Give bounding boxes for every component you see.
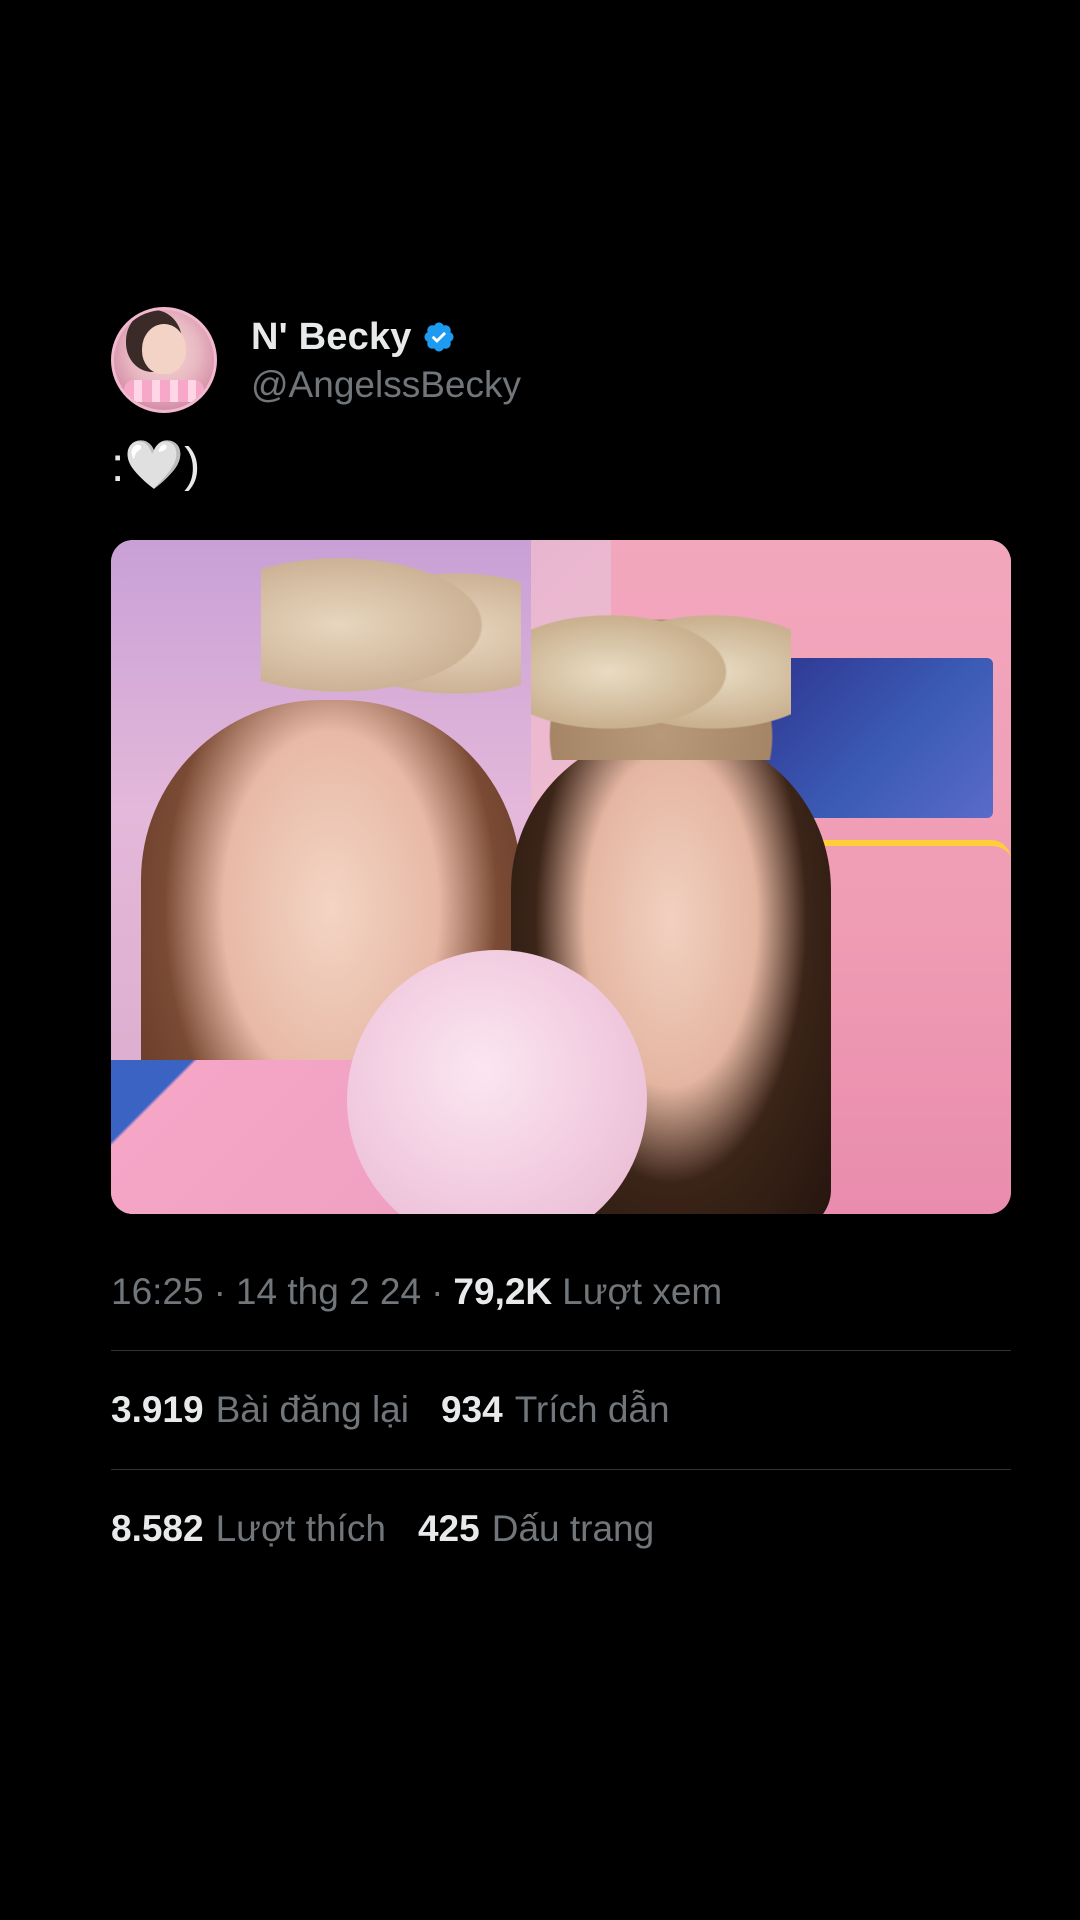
photo-bunny-ears-headband — [261, 540, 521, 710]
display-name-row: N' Becky — [251, 314, 521, 360]
verified-badge-icon — [422, 320, 456, 354]
likes-count: 8.582 — [111, 1508, 204, 1549]
bookmarks-stat[interactable]: 425 Dấu trang — [418, 1508, 654, 1550]
post-media-photo[interactable] — [111, 540, 1011, 1214]
views-count: 79,2K — [453, 1271, 553, 1312]
post-header: N' Becky @AngelssBecky — [111, 306, 1011, 414]
quotes-label: Trích dẫn — [514, 1389, 670, 1430]
bookmarks-label: Dấu trang — [491, 1508, 655, 1549]
meta-separator: · — [431, 1271, 444, 1312]
photo-bear-ears-headband — [531, 600, 791, 760]
stats-row-likes: 8.582 Lượt thích 425 Dấu trang — [111, 1470, 1011, 1588]
meta-separator: · — [213, 1271, 226, 1312]
reposts-label: Bài đăng lại — [215, 1389, 409, 1430]
likes-label: Lượt thích — [215, 1508, 386, 1549]
reposts-stat[interactable]: 3.919 Bài đăng lại — [111, 1389, 409, 1431]
author-names: N' Becky @AngelssBecky — [251, 314, 521, 406]
author-handle[interactable]: @AngelssBecky — [251, 364, 521, 406]
post-time[interactable]: 16:25 — [111, 1271, 204, 1313]
quotes-count: 934 — [440, 1389, 503, 1430]
author-avatar[interactable] — [111, 307, 217, 413]
quotes-stat[interactable]: 934 Trích dẫn — [441, 1389, 670, 1431]
bookmarks-count: 425 — [417, 1508, 480, 1549]
likes-stat[interactable]: 8.582 Lượt thích — [111, 1508, 386, 1550]
avatar-decoration — [124, 380, 204, 402]
post-text: :🤍) — [111, 439, 201, 492]
author-display-name[interactable]: N' Becky — [251, 316, 412, 359]
post-meta: 16:25 · 14 thg 2 24 · 79,2K Lượt xem — [111, 1254, 1011, 1330]
avatar-face — [142, 324, 186, 374]
post-date[interactable]: 14 thg 2 24 — [236, 1271, 421, 1313]
post-detail: N' Becky @AngelssBecky :🤍) 16:25 · 14 th… — [111, 306, 1011, 1588]
stats-row-reposts: 3.919 Bài đăng lại 934 Trích dẫn — [111, 1351, 1011, 1469]
reposts-count: 3.919 — [111, 1389, 204, 1430]
views-label: Lượt xem — [562, 1271, 723, 1312]
